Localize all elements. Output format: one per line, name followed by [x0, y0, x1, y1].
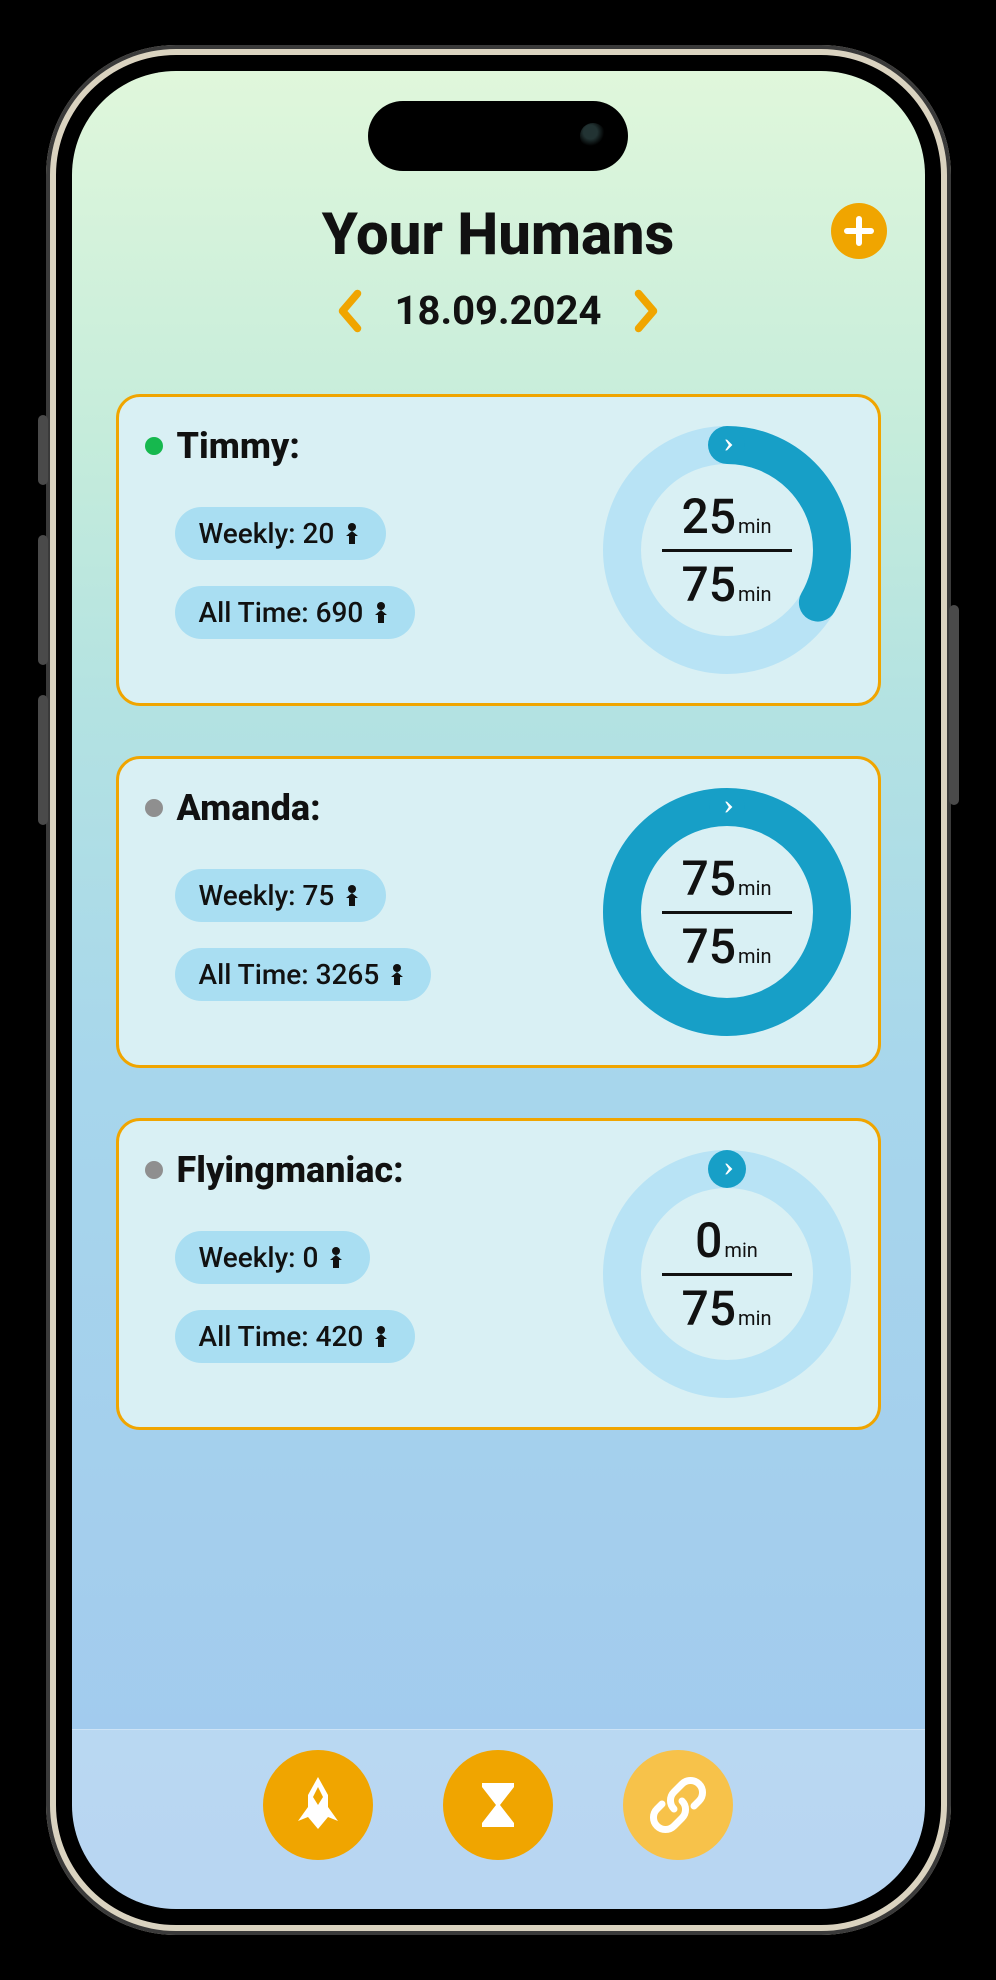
- card-name-row: Amanda:: [145, 787, 582, 829]
- phone-side-button: [38, 535, 48, 665]
- minutes-unit: min: [724, 1238, 757, 1262]
- human-card[interactable]: Flyingmaniac:Weekly: 0All Time: 4200min7…: [116, 1118, 881, 1430]
- next-date-button[interactable]: [631, 288, 661, 334]
- total-minutes: 75: [681, 1280, 736, 1337]
- human-name: Amanda:: [177, 787, 321, 829]
- person-icon: [387, 963, 407, 987]
- ring-separator: [662, 1273, 792, 1276]
- total-minutes-row: 75min: [681, 1280, 771, 1337]
- page-title: Your Humans: [116, 201, 881, 269]
- alltime-pill: All Time: 3265: [175, 948, 432, 1001]
- progress-ring: 0min75min: [602, 1149, 852, 1399]
- phone-side-button: [38, 695, 48, 825]
- human-name: Flyingmaniac:: [177, 1149, 404, 1191]
- alltime-label: All Time: 3265: [199, 958, 380, 991]
- minutes-unit: min: [738, 1306, 771, 1330]
- card-info: Timmy: Weekly: 20 All Time: 690: [145, 425, 582, 675]
- alltime-pill: All Time: 690: [175, 586, 416, 639]
- card-name-row: Flyingmaniac:: [145, 1149, 582, 1191]
- nav-hourglass-button[interactable]: [443, 1750, 553, 1860]
- total-minutes: 75: [681, 556, 736, 613]
- card-name-row: Timmy:: [145, 425, 582, 467]
- current-date: 18.09.2024: [395, 287, 602, 334]
- used-minutes-row: 0min: [695, 1212, 758, 1269]
- ring-separator: [662, 549, 792, 552]
- used-minutes: 75: [681, 850, 736, 907]
- total-minutes-row: 75min: [681, 918, 771, 975]
- bottom-nav: [72, 1729, 925, 1909]
- progress-ring: 75min75min: [602, 787, 852, 1037]
- alltime-label: All Time: 690: [199, 596, 364, 629]
- content-area: Your Humans 18.09.2024 Timmy: Weekly: 20 A…: [72, 71, 925, 1729]
- alltime-pill: All Time: 420: [175, 1310, 416, 1363]
- phone-side-button: [949, 605, 959, 805]
- weekly-label: Weekly: 0: [199, 1241, 319, 1274]
- person-icon: [371, 1325, 391, 1349]
- person-icon: [371, 601, 391, 625]
- minutes-unit: min: [738, 582, 771, 606]
- minutes-unit: min: [738, 876, 771, 900]
- prev-date-button[interactable]: [335, 288, 365, 334]
- human-card[interactable]: Amanda:Weekly: 75All Time: 326575min75mi…: [116, 756, 881, 1068]
- rocket-icon: [286, 1773, 350, 1837]
- human-name: Timmy:: [177, 425, 300, 467]
- link-icon: [646, 1773, 710, 1837]
- status-dot: [145, 437, 163, 455]
- date-navigator: 18.09.2024: [116, 287, 881, 334]
- used-minutes-row: 25min: [681, 488, 771, 545]
- minutes-unit: min: [738, 944, 771, 968]
- used-minutes-row: 75min: [681, 850, 771, 907]
- person-icon: [342, 522, 362, 546]
- progress-ring: 25min75min: [602, 425, 852, 675]
- phone-frame: Your Humans 18.09.2024 Timmy: Weekly: 20 A…: [46, 45, 951, 1935]
- card-info: Flyingmaniac: Weekly: 0 All Time: 420: [145, 1149, 582, 1399]
- weekly-pill: Weekly: 75: [175, 869, 387, 922]
- ring-center: 75min75min: [602, 787, 852, 1037]
- hourglass-icon: [466, 1773, 530, 1837]
- add-button[interactable]: [831, 203, 887, 259]
- minutes-unit: min: [738, 514, 771, 538]
- nav-rocket-button[interactable]: [263, 1750, 373, 1860]
- screen: Your Humans 18.09.2024 Timmy: Weekly: 20 A…: [72, 71, 925, 1909]
- alltime-label: All Time: 420: [199, 1320, 364, 1353]
- ring-center: 0min75min: [602, 1149, 852, 1399]
- ring-separator: [662, 911, 792, 914]
- card-info: Amanda: Weekly: 75 All Time: 3265: [145, 787, 582, 1037]
- used-minutes: 0: [695, 1212, 722, 1269]
- weekly-label: Weekly: 20: [199, 517, 335, 550]
- human-card[interactable]: Timmy:Weekly: 20All Time: 69025min75min: [116, 394, 881, 706]
- total-minutes-row: 75min: [681, 556, 771, 613]
- ring-center: 25min75min: [602, 425, 852, 675]
- plus-icon: [841, 213, 877, 249]
- weekly-label: Weekly: 75: [199, 879, 335, 912]
- weekly-pill: Weekly: 20: [175, 507, 387, 560]
- phone-side-button: [38, 415, 48, 485]
- total-minutes: 75: [681, 918, 736, 975]
- person-icon: [326, 1246, 346, 1270]
- header: Your Humans: [116, 201, 881, 269]
- nav-link-button[interactable]: [623, 1750, 733, 1860]
- status-dot: [145, 799, 163, 817]
- phone-notch: [368, 101, 628, 171]
- used-minutes: 25: [681, 488, 736, 545]
- person-icon: [342, 884, 362, 908]
- status-dot: [145, 1161, 163, 1179]
- weekly-pill: Weekly: 0: [175, 1231, 371, 1284]
- humans-list: Timmy:Weekly: 20All Time: 69025min75minA…: [116, 394, 881, 1430]
